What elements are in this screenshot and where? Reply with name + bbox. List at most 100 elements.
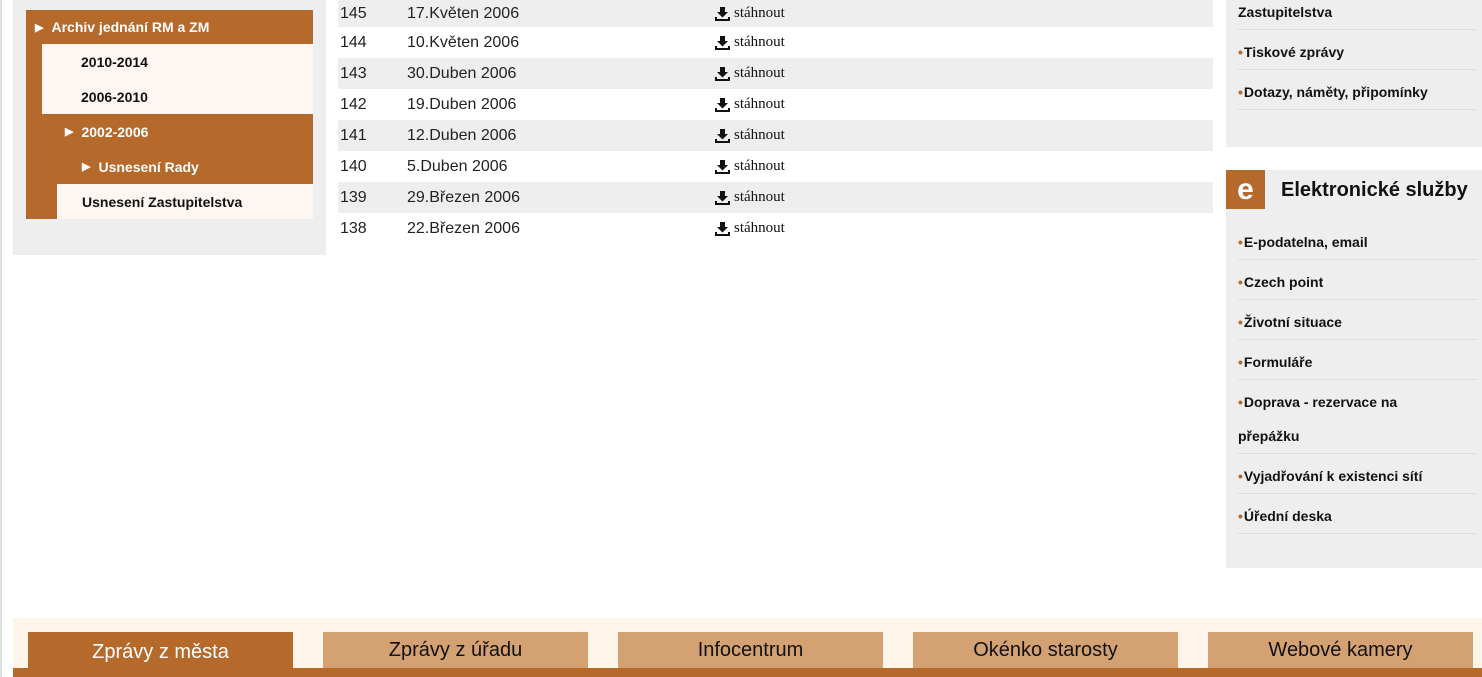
row-date: 5.Duben 2006	[407, 157, 508, 175]
link-label: Životní situace	[1243, 314, 1342, 330]
tab-webove-kamery[interactable]: Webové kamery	[1208, 632, 1473, 668]
nav-year-2010-2014[interactable]: 2010-2014	[42, 44, 313, 79]
link-label: Tiskové zprávy	[1243, 44, 1345, 60]
nav-year-label: 2006-2010	[81, 88, 148, 105]
eservices-title: Elektronické služby	[1281, 179, 1468, 201]
table-row: 141 12.Duben 2006 stáhnout	[338, 120, 1213, 151]
nav-year-2006-2010[interactable]: 2006-2010	[42, 79, 313, 114]
bullet-icon: •	[1238, 274, 1243, 290]
row-date: 19.Duben 2006	[407, 95, 517, 113]
link-label: E-podatelna, email	[1243, 234, 1368, 250]
table-row: 145 17.Květen 2006 stáhnout	[338, 0, 1213, 27]
download-icon	[715, 190, 730, 205]
download-label: stáhnout	[734, 96, 785, 112]
download-label: stáhnout	[734, 65, 785, 81]
link-doprava-rezervace[interactable]: •Doprava - rezervace na přepážku	[1238, 385, 1476, 454]
download-icon	[715, 66, 730, 81]
nav-year-label: 2010-2014	[81, 53, 148, 70]
link-label: Formuláře	[1243, 354, 1313, 370]
bullet-icon: •	[1238, 314, 1243, 330]
link-formulare[interactable]: •Formuláře	[1238, 345, 1476, 380]
bullet-icon: •	[1238, 508, 1243, 524]
download-link[interactable]: stáhnout	[715, 189, 785, 206]
link-e-podatelna[interactable]: •E-podatelna, email	[1238, 225, 1476, 260]
link-tiskove-zpravy[interactable]: •Tiskové zprávy	[1238, 35, 1476, 70]
nav-usneseni-rady[interactable]: ▶ Usnesení Rady	[57, 149, 313, 184]
download-link[interactable]: stáhnout	[715, 96, 785, 113]
link-dotazy[interactable]: •Dotazy, náměty, připomínky	[1238, 75, 1476, 110]
download-link[interactable]: stáhnout	[715, 127, 785, 144]
link-label: Úřední deska	[1243, 508, 1332, 524]
eservices-panel: e Elektronické služby •E-podatelna, emai…	[1226, 170, 1482, 568]
resolutions-table: 145 17.Květen 2006 stáhnout 144 10.Květe…	[338, 0, 1213, 244]
bullet-icon: •	[1238, 468, 1243, 484]
download-icon	[715, 35, 730, 50]
nav-sub-label: Usnesení Rady	[98, 158, 199, 175]
download-icon	[715, 221, 730, 236]
download-label: stáhnout	[734, 189, 785, 205]
bullet-icon: •	[1238, 44, 1243, 60]
nav-archive-root[interactable]: ▶ Archiv jednání RM a ZM	[26, 10, 313, 44]
bullet-icon: •	[1238, 234, 1243, 250]
table-row: 140 5.Duben 2006 stáhnout	[338, 151, 1213, 182]
row-number: 140	[340, 157, 367, 175]
download-label: stáhnout	[734, 158, 785, 174]
link-czech-point[interactable]: •Czech point	[1238, 265, 1476, 300]
tab-okenko-starosty[interactable]: Okénko starosty	[913, 632, 1178, 668]
row-number: 144	[340, 33, 367, 51]
link-vyjadrovani[interactable]: •Vyjadřování k existenci sítí	[1238, 459, 1476, 494]
row-number: 143	[340, 64, 367, 82]
tab-zpravy-z-mesta[interactable]: Zprávy z města	[28, 632, 293, 672]
download-label: stáhnout	[734, 220, 785, 236]
triangle-right-icon: ▶	[82, 161, 91, 173]
eservices-header: e Elektronické služby	[1226, 170, 1482, 209]
row-number: 138	[340, 219, 367, 237]
table-row: 138 22.Březen 2006 stáhnout	[338, 213, 1213, 244]
row-date: 17.Květen 2006	[407, 4, 520, 22]
download-icon	[715, 159, 730, 174]
download-link[interactable]: stáhnout	[715, 220, 785, 237]
tab-zpravy-z-uradu[interactable]: Zprávy z úřadu	[323, 632, 588, 668]
nav-year-label: 2002-2006	[81, 123, 149, 140]
e-logo-icon: e	[1226, 170, 1265, 209]
link-uredni-deska[interactable]: •Úřední deska	[1238, 499, 1476, 534]
link-label: Zastupitelstva	[1238, 4, 1333, 20]
bullet-icon: •	[1238, 394, 1243, 410]
link-zivotni-situace[interactable]: •Životní situace	[1238, 305, 1476, 340]
right-links-panel: Zastupitelstva •Tiskové zprávy •Dotazy, …	[1226, 0, 1482, 147]
page-edge	[0, 0, 2, 677]
link-label: Vyjadřování k existenci sítí	[1243, 468, 1423, 484]
bullet-icon: •	[1238, 354, 1243, 370]
table-row: 143 30.Duben 2006 stáhnout	[338, 58, 1213, 89]
download-icon	[715, 128, 730, 143]
row-date: 10.Květen 2006	[407, 33, 520, 51]
row-number: 145	[340, 4, 367, 22]
nav-sub-label: Usnesení Zastupitelstva	[82, 193, 243, 210]
row-date: 12.Duben 2006	[407, 126, 517, 144]
link-label: Doprava - rezervace na	[1243, 394, 1398, 410]
row-number: 139	[340, 188, 367, 206]
tab-infocentrum[interactable]: Infocentrum	[618, 632, 883, 668]
link-zastupitelstva[interactable]: Zastupitelstva	[1238, 0, 1476, 30]
download-link[interactable]: stáhnout	[715, 158, 785, 175]
triangle-right-icon: ▶	[65, 126, 74, 138]
download-link[interactable]: stáhnout	[715, 65, 785, 82]
download-icon	[715, 6, 730, 21]
row-date: 22.Březen 2006	[407, 219, 520, 237]
row-date: 29.Březen 2006	[407, 188, 520, 206]
triangle-right-icon: ▶	[35, 21, 44, 34]
download-link[interactable]: stáhnout	[715, 34, 785, 51]
link-label-line2: přepážku	[1238, 428, 1300, 444]
download-label: stáhnout	[734, 5, 785, 21]
nav-archive-label: Archiv jednání RM a ZM	[51, 19, 210, 35]
table-row: 144 10.Květen 2006 stáhnout	[338, 27, 1213, 58]
link-label: Dotazy, náměty, připomínky	[1243, 84, 1428, 100]
row-number: 141	[340, 126, 367, 144]
download-label: stáhnout	[734, 127, 785, 143]
archive-nav: ▶ Archiv jednání RM a ZM 2010-2014 2006-…	[26, 10, 313, 219]
nav-usneseni-zastupitelstva[interactable]: Usnesení Zastupitelstva	[57, 184, 313, 219]
download-link[interactable]: stáhnout	[715, 5, 785, 22]
row-date: 30.Duben 2006	[407, 64, 517, 82]
nav-year-2002-2006[interactable]: ▶ 2002-2006	[42, 114, 313, 149]
download-label: stáhnout	[734, 34, 785, 50]
